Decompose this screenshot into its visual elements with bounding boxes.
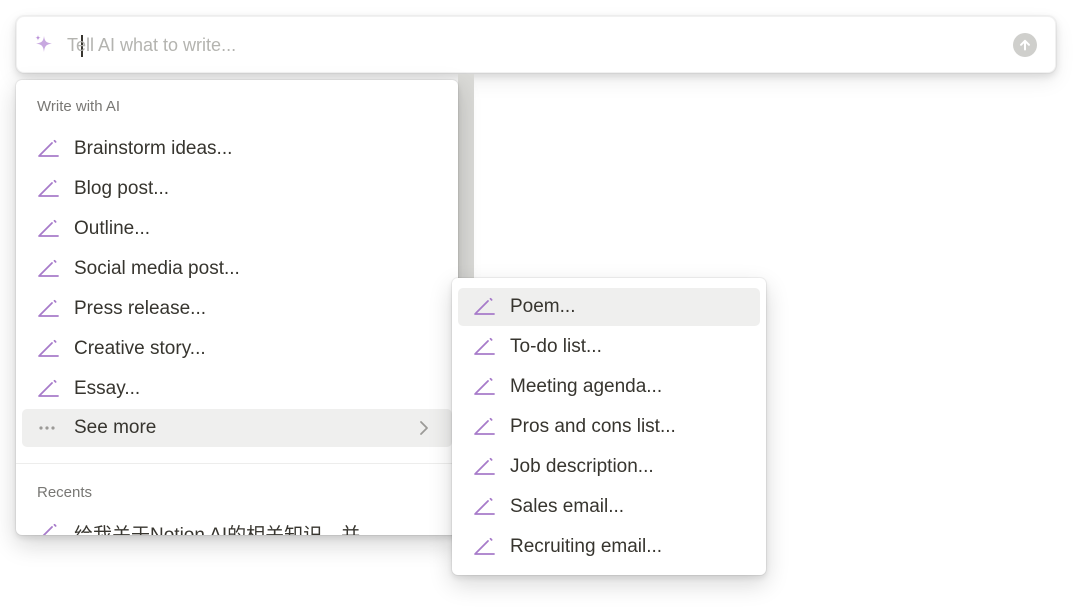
menu-item-label: Outline... [74,218,151,239]
pencil-icon [474,417,495,435]
pencil-icon [38,339,59,357]
menu-item-creative-story[interactable]: Creative story... [22,330,452,368]
submenu-item-label: Poem... [510,296,576,317]
pencil-icon [38,179,59,197]
menu-item-see-more[interactable]: See more [22,409,452,447]
menu-item-label: Social media post... [74,258,240,279]
submenu-item-sales-email[interactable]: Sales email... [458,488,760,526]
menu-item-blog-post[interactable]: Blog post... [22,170,452,208]
submenu-item-meeting-agenda[interactable]: Meeting agenda... [458,368,760,406]
submenu-item-label: Recruiting email... [510,536,663,557]
pencil-icon [38,299,59,317]
pencil-icon [38,259,59,277]
pencil-icon [474,457,495,475]
menu-item-label: Blog post... [74,178,170,199]
ai-prompt-input[interactable] [65,31,997,59]
pencil-icon [474,377,495,395]
submenu-item-label: Sales email... [510,496,625,517]
chevron-right-icon [420,421,428,435]
submenu-item-recruiting-email[interactable]: Recruiting email... [458,528,760,566]
menu-item-label: Creative story... [74,338,206,359]
submenu-item-label: Job description... [510,456,654,477]
submenu-item-label: To-do list... [510,336,602,357]
menu-item-brainstorm[interactable]: Brainstorm ideas... [22,130,452,168]
submenu-item-todo-list[interactable]: To-do list... [458,328,760,366]
menu-item-outline[interactable]: Outline... [22,210,452,248]
pencil-icon [42,523,57,535]
section-header-recents: Recents [37,484,93,501]
submenu-item-job-description[interactable]: Job description... [458,448,760,486]
ellipsis-icon [39,426,55,430]
arrow-up-circle-icon [1020,39,1030,51]
pencil-icon [474,497,495,515]
menu-item-label: See more [74,417,157,438]
menu-item-label: Press release... [74,298,206,319]
menu-scrollbar[interactable] [458,74,474,278]
pencil-icon [38,379,59,397]
pencil-icon [474,337,495,355]
submit-button[interactable] [1013,33,1037,57]
sparkle-icon [35,35,52,52]
pencil-icon [474,297,495,315]
submenu-item-pros-cons[interactable]: Pros and cons list... [458,408,760,446]
recent-item[interactable]: 给我关于Notion AI的相关知识，并 [22,514,452,535]
submenu-item-label: Pros and cons list... [510,416,676,437]
menu-item-social-media-post[interactable]: Social media post... [22,250,452,288]
pencil-icon [474,537,495,555]
pencil-icon [38,219,59,237]
menu-divider [16,463,458,464]
submenu-item-label: Meeting agenda... [510,376,663,397]
recent-item-label: 给我关于Notion AI的相关知识，并 [74,524,361,536]
ai-prompt-bar [16,16,1056,73]
menu-item-essay[interactable]: Essay... [22,370,452,408]
menu-item-label: Essay... [74,378,141,399]
notion-ai-writer: Write with AI Brainstorm ideas... Blog p… [0,0,1080,610]
pencil-icon [38,139,59,157]
menu-item-press-release[interactable]: Press release... [22,290,452,328]
see-more-submenu: Poem... To-do list... Meeting agenda... … [452,278,766,575]
write-with-ai-menu: Write with AI Brainstorm ideas... Blog p… [16,80,458,535]
submenu-item-poem[interactable]: Poem... [458,288,760,326]
menu-item-label: Brainstorm ideas... [74,138,233,159]
section-header-write: Write with AI [37,98,121,115]
